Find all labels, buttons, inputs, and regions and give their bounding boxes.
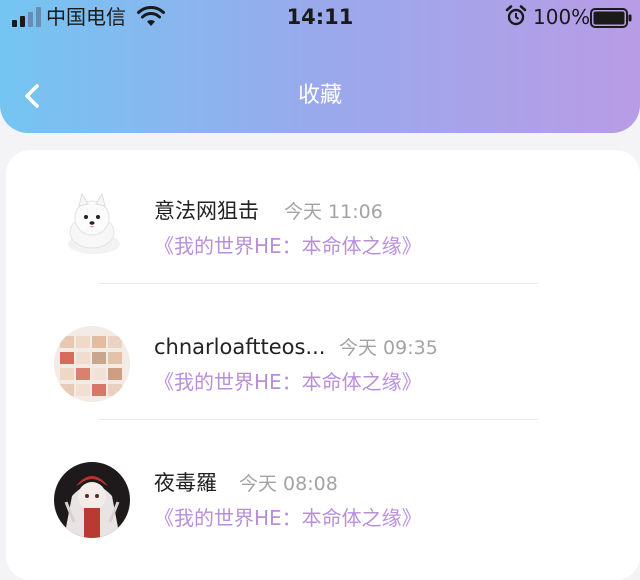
book-title[interactable]: 《我的世界HE：本命体之缘》 [154, 368, 422, 396]
page-title: 收藏 [297, 83, 342, 108]
list-item[interactable]: chnarloaftteos... 今天 09:35 《我的世界HE：本命体之缘… [6, 286, 640, 422]
favorite-time-row: 今天 11:06 [284, 198, 383, 227]
username: chnarloaftteos... [154, 335, 326, 359]
divider [98, 283, 538, 284]
header: 中国电信 14:11 100% 收藏 [0, 0, 640, 133]
battery-percentage: 100% [533, 5, 591, 29]
username: 意法网狙击 [154, 199, 259, 223]
book-title[interactable]: 《我的世界HE：本命体之缘》 [154, 504, 422, 532]
favorite-time-row: 今天 09:35 [339, 334, 438, 363]
list-item[interactable]: 意法网狙击 今天 11:06 《我的世界HE：本命体之缘》 [6, 150, 640, 286]
favorite-time: 今天 11:06 [284, 201, 383, 223]
battery-icon [590, 8, 632, 28]
avatar [54, 326, 130, 402]
favorite-time-row: 今天 08:08 [239, 470, 338, 499]
alarm-icon [505, 5, 527, 26]
list-item[interactable]: 夜毒羅 今天 08:08 《我的世界HE：本命体之缘》 [6, 422, 640, 558]
book-title[interactable]: 《我的世界HE：本命体之缘》 [154, 232, 422, 260]
divider [98, 419, 538, 420]
username: 夜毒羅 [154, 471, 217, 495]
avatar [54, 462, 130, 538]
favorites-list: 意法网狙击 今天 11:06 《我的世界HE：本命体之缘》 chnarloaft… [6, 150, 640, 580]
avatar [54, 184, 130, 260]
favorite-time: 今天 08:08 [239, 473, 338, 495]
favorite-time: 今天 09:35 [339, 337, 438, 359]
status-bar: 中国电信 14:11 100% [0, 0, 640, 36]
